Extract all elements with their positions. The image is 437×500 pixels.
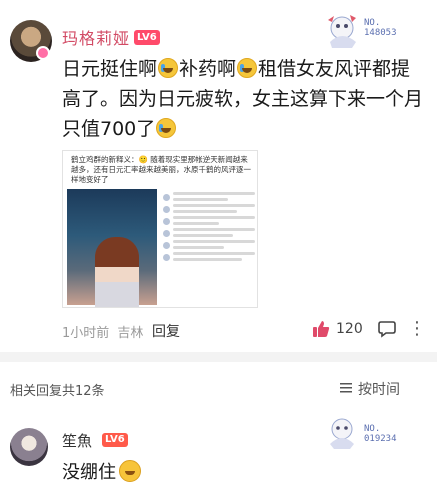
avatar-badge-icon (36, 46, 50, 60)
section-divider (0, 352, 437, 362)
anime-character-image (67, 189, 157, 307)
laughing-emoji-icon (119, 460, 141, 482)
image-caption: 鹤立鸡群的新释义：🙂 随着现实里那帐逆天新闻越来越多，还有日元汇率越来越美丽，水… (71, 155, 251, 184)
fan-medal-icon (330, 418, 354, 449)
fan-medal-icon (328, 15, 356, 48)
crying-emoji-icon (237, 58, 258, 78)
post-location: 吉林 (117, 326, 144, 341)
medal-number: NO. 148053 (364, 18, 397, 38)
crying-emoji-icon (156, 118, 177, 138)
level-badge: LV6 (134, 30, 160, 45)
post-meta: 1小时前 吉林 (62, 322, 143, 341)
reply-button[interactable]: 回复 (152, 321, 180, 341)
reply-level-badge: LV6 (102, 433, 128, 447)
reply-content: 没绷住 (62, 458, 141, 484)
post-time: 1小时前 (62, 326, 110, 341)
like-thumb-icon[interactable] (312, 320, 330, 338)
reply-author-avatar[interactable] (10, 428, 48, 466)
more-options-icon[interactable]: ⋮ (408, 318, 426, 339)
post-card: 玛格莉娅 LV6 NO. 148053 日元挺住啊 补药啊 租借女友风评都提高了。因… (0, 0, 437, 352)
sort-by-time-button[interactable]: 按时间 (358, 379, 400, 399)
image-comment-thread (163, 189, 255, 305)
comment-icon[interactable] (378, 320, 396, 338)
post-image[interactable]: 鹤立鸡群的新释义：🙂 随着现实里那帐逆天新闻越来越多，还有日元汇率越来越美丽，水… (62, 150, 258, 308)
reply-author-username[interactable]: 笙魚 (62, 430, 92, 451)
like-count: 120 (336, 321, 363, 337)
post-content: 日元挺住啊 补药啊 租借女友风评都提高了。因为日元疲软，女主这算下来一个月只值700… (62, 58, 424, 140)
replies-count-header: 相关回复共12条 (10, 384, 105, 399)
author-username[interactable]: 玛格莉娅 (62, 25, 130, 49)
crying-emoji-icon (158, 58, 179, 78)
sort-icon[interactable] (340, 383, 352, 393)
reply-medal-number: NO. 019234 (364, 424, 397, 444)
